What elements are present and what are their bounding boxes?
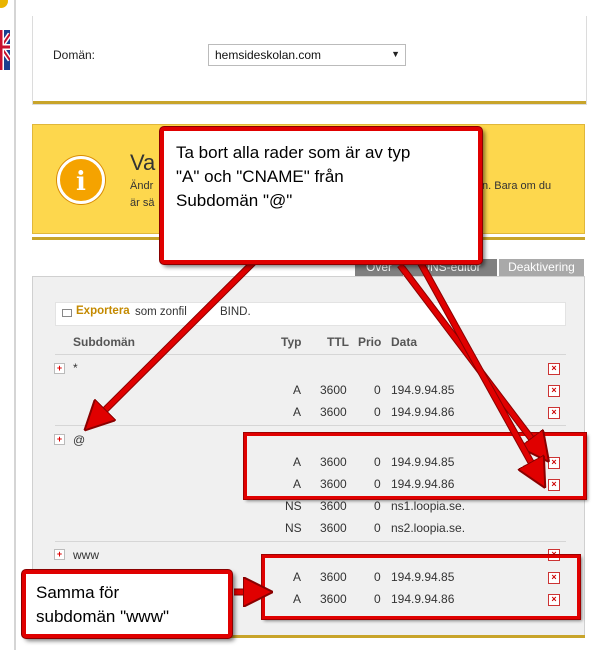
callout-remove-records: Ta bort alla rader som är av typ "A" och… — [160, 127, 482, 264]
callout-same-for-www: Samma för subdomän "www" — [22, 570, 232, 638]
callout-line: Samma för — [36, 583, 120, 602]
callout-line: Subdomän "@" — [176, 191, 293, 210]
callout-line: Ta bort alla rader som är av typ — [176, 143, 411, 162]
callout-line: "A" och "CNAME" från — [176, 167, 344, 186]
annotation-arrows — [0, 225, 607, 650]
callout-line: subdomän "www" — [36, 607, 170, 626]
